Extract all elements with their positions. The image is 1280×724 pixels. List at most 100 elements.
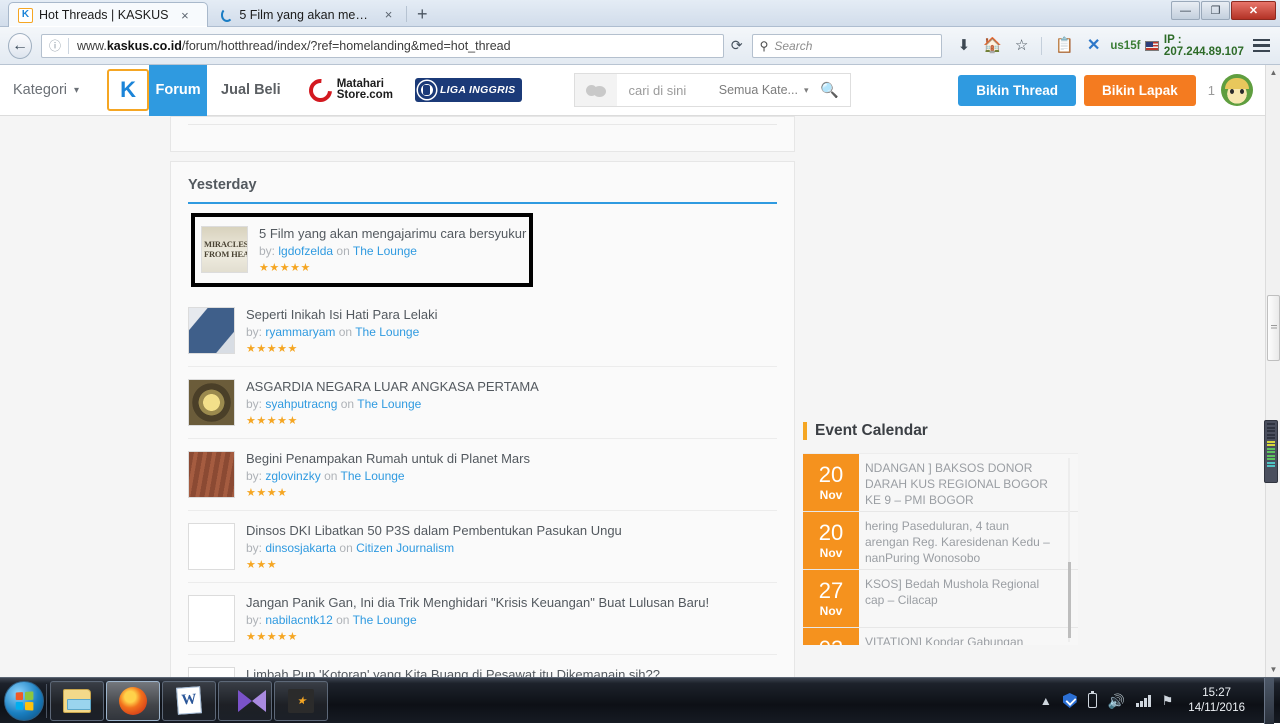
thread-meta: by: zglovinzky on The Lounge: [246, 469, 777, 483]
list-item[interactable]: 20 Nov NDANGAN ] BAKSOS DONOR DARAH KUS …: [803, 454, 1078, 512]
scrollbar-thumb[interactable]: [1267, 295, 1280, 361]
thread-meta: by: lgdofzelda on The Lounge: [259, 244, 529, 258]
download-icon[interactable]: ⬇: [958, 38, 971, 53]
thread-forum[interactable]: The Lounge: [357, 397, 421, 411]
thread-title[interactable]: Seperti Inikah Isi Hati Para Lelaki: [246, 307, 777, 323]
hamburger-menu-icon[interactable]: [1253, 38, 1270, 53]
show-hidden-icons[interactable]: ▲: [1040, 695, 1052, 707]
tab-close-icon[interactable]: ×: [178, 9, 191, 22]
thread-author[interactable]: nabilacntk12: [265, 613, 332, 627]
volume-icon[interactable]: 🔊: [1108, 694, 1125, 708]
home-icon[interactable]: 🏠: [983, 38, 1002, 53]
reader-icon[interactable]: 📋: [1055, 38, 1074, 53]
restore-button[interactable]: ❐: [1201, 1, 1230, 20]
event-title[interactable]: VITATION] Kopdar Gabungan Forum: [859, 628, 1078, 645]
battery-icon[interactable]: [1087, 690, 1097, 708]
table-row[interactable]: Seperti Inikah Isi Hati Para Lelaki by: …: [188, 295, 777, 367]
list-item[interactable]: 03 Des VITATION] Kopdar Gabungan Forum: [803, 628, 1078, 645]
new-tab-button[interactable]: +: [417, 5, 428, 23]
list-item[interactable]: 20 Nov hering Paseduluran, 4 taun arenga…: [803, 512, 1078, 570]
thread-forum[interactable]: The Lounge: [353, 244, 417, 258]
taskbar-explorer-button[interactable]: [50, 680, 104, 721]
show-desktop-button[interactable]: [1264, 677, 1274, 724]
scrollbar[interactable]: ▲ ▼: [1264, 65, 1280, 677]
reload-icon[interactable]: ⟳: [724, 34, 750, 58]
bikin-lapak-button[interactable]: Bikin Lapak: [1083, 74, 1196, 106]
action-center-icon[interactable]: ⚑: [1162, 694, 1174, 707]
table-row[interactable]: 5 Film yang akan mengajarimu cara bersyu…: [191, 213, 533, 287]
list-item[interactable]: 27 Nov KSOS] Bedah Mushola Regional cap …: [803, 570, 1078, 628]
x-vpn-icon[interactable]: ✕: [1087, 37, 1100, 54]
window-controls: — ❐ ✕: [1171, 1, 1276, 20]
previous-card-partial: [170, 116, 795, 152]
bookmark-star-icon[interactable]: ☆: [1015, 38, 1028, 53]
matahari-store-logo[interactable]: Matahari Store.com: [303, 73, 393, 107]
toolbar-icons: ⬇ 🏠 ☆ 📋 ✕: [958, 36, 1100, 55]
thread-author[interactable]: dinsosjakarta: [265, 541, 336, 555]
thread-title[interactable]: 5 Film yang akan mengajarimu cara bersyu…: [259, 226, 529, 242]
event-title[interactable]: NDANGAN ] BAKSOS DONOR DARAH KUS REGIONA…: [859, 454, 1078, 511]
scroll-down-icon[interactable]: ▼: [1266, 662, 1280, 677]
address-bar[interactable]: ⓘ www.kaskus.co.id/forum/hotthread/index…: [40, 33, 724, 58]
event-month: Nov: [819, 488, 843, 502]
event-calendar-list[interactable]: 20 Nov NDANGAN ] BAKSOS DONOR DARAH KUS …: [803, 453, 1078, 645]
taskbar-clock[interactable]: 15:27 14/11/2016: [1184, 686, 1253, 716]
thread-title[interactable]: Dinsos DKI Libatkan 50 P3S dalam Pembent…: [246, 523, 777, 539]
thread-rating: ★★★★★: [246, 343, 298, 355]
back-button[interactable]: ←: [8, 32, 32, 59]
security-shield-icon[interactable]: [1062, 693, 1077, 708]
thread-title[interactable]: Begini Penampakan Rumah untuk di Planet …: [246, 451, 777, 467]
tab-close-icon[interactable]: ×: [383, 8, 394, 21]
site-info-icon[interactable]: ⓘ: [42, 37, 68, 54]
table-row[interactable]: Jangan Panik Gan, Ini dia Trik Menghidar…: [188, 583, 777, 655]
thread-forum[interactable]: The Lounge: [341, 469, 405, 483]
kategori-menu[interactable]: Kategori ▾: [13, 82, 79, 98]
table-row[interactable]: Begini Penampakan Rumah untuk di Planet …: [188, 439, 777, 511]
site-search[interactable]: cari di sini Semua Kate... ▾ 🔍: [574, 73, 852, 107]
taskbar-word-button[interactable]: W: [162, 680, 216, 721]
browser-tab-2[interactable]: 5 Film yang akan mengajar... ×: [212, 2, 402, 27]
firefox-icon: [119, 686, 147, 715]
event-scroll-thumb[interactable]: [1067, 562, 1071, 638]
taskbar-media-player-button[interactable]: [218, 680, 272, 721]
liga-inggris-logo[interactable]: LIGA INGGRIS: [414, 78, 523, 102]
thread-title[interactable]: Jangan Panik Gan, Ini dia Trik Menghidar…: [246, 595, 777, 611]
event-title[interactable]: hering Paseduluran, 4 taun arengan Reg. …: [859, 512, 1078, 569]
thread-forum[interactable]: The Lounge: [355, 325, 419, 339]
thread-forum[interactable]: The Lounge: [353, 613, 417, 627]
minimize-button[interactable]: —: [1171, 1, 1200, 20]
network-icon[interactable]: [1136, 694, 1151, 707]
thread-author[interactable]: ryammaryam: [265, 325, 335, 339]
search-category-dropdown[interactable]: Semua Kate... ▾: [719, 83, 809, 97]
bikin-thread-button[interactable]: Bikin Thread: [958, 74, 1076, 106]
table-row[interactable]: Dinsos DKI Libatkan 50 P3S dalam Pembent…: [188, 511, 777, 583]
start-orb[interactable]: [4, 680, 44, 721]
thread-info: Limbah Pup 'Kotoran' yang Kita Buang di …: [246, 667, 777, 677]
thread-title[interactable]: ASGARDIA NEGARA LUAR ANGKASA PERTAMA: [246, 379, 777, 395]
nav-item-jual-beli[interactable]: Jual Beli: [207, 65, 295, 116]
table-row[interactable]: Limbah Pup 'Kotoran' yang Kita Buang di …: [188, 655, 777, 677]
nav-item-forum[interactable]: Forum: [149, 65, 208, 116]
kaskus-logo[interactable]: K: [107, 69, 150, 111]
thread-title[interactable]: Limbah Pup 'Kotoran' yang Kita Buang di …: [246, 667, 777, 677]
thread-forum[interactable]: Citizen Journalism: [356, 541, 454, 555]
scroll-up-icon[interactable]: ▲: [1266, 65, 1280, 80]
search-input[interactable]: cari di sini: [617, 83, 718, 98]
browser-tab-1[interactable]: K Hot Threads | KASKUS ×: [8, 2, 208, 27]
on-label: on: [324, 469, 338, 483]
on-label: on: [339, 541, 353, 555]
taskbar-winamp-button[interactable]: ⋆: [274, 680, 328, 721]
thread-author[interactable]: syahputracng: [265, 397, 337, 411]
taskbar-firefox-button[interactable]: [106, 680, 160, 721]
table-row[interactable]: ASGARDIA NEGARA LUAR ANGKASA PERTAMA by:…: [188, 367, 777, 439]
event-title[interactable]: KSOS] Bedah Mushola Regional cap – Cilac…: [859, 570, 1078, 627]
tab-title: 5 Film yang akan mengajar...: [239, 7, 374, 22]
thread-author[interactable]: lgdofzelda: [278, 244, 333, 258]
search-submit-icon[interactable]: 🔍: [808, 81, 850, 99]
browser-search-bar[interactable]: ⚲ Search: [751, 33, 942, 58]
close-button[interactable]: ✕: [1231, 1, 1276, 20]
notification-count[interactable]: 1: [1208, 83, 1215, 98]
thread-author[interactable]: zglovinzky: [265, 469, 320, 483]
by-label: by:: [246, 613, 263, 627]
avatar[interactable]: [1221, 74, 1253, 106]
